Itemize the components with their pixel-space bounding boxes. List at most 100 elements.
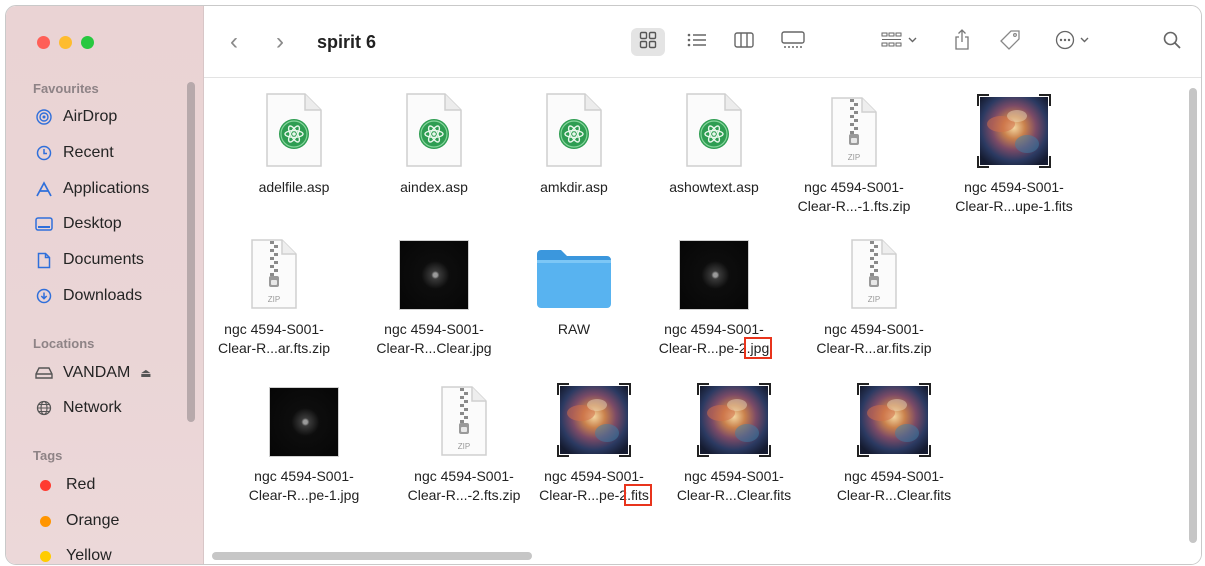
- share-button[interactable]: [949, 28, 975, 56]
- file-item[interactable]: ngc 4594-S001- Clear-R...pe-1.jpg: [234, 373, 374, 505]
- tags-heading: Tags: [33, 448, 63, 463]
- minimize-button[interactable]: [59, 36, 72, 49]
- file-name-text: Clear-R...pe-1.jpg: [248, 487, 360, 503]
- search-button[interactable]: [1159, 28, 1185, 56]
- file-name-line: Clear-R...pe-2.fits: [524, 484, 664, 506]
- sidebar-item-applications[interactable]: Applications: [33, 177, 149, 201]
- sidebar-item-recent[interactable]: Recent: [33, 141, 114, 165]
- tag-button[interactable]: [996, 28, 1024, 56]
- zip-archive-icon: ZIP: [784, 84, 924, 168]
- file-item[interactable]: amkdir.asp: [504, 84, 644, 197]
- file-name-line: ngc 4594-S001-: [664, 321, 764, 337]
- galaxy-image-icon: [364, 226, 504, 310]
- horizontal-scrollbar[interactable]: [212, 552, 532, 560]
- nebula-image-icon: [664, 373, 804, 457]
- sidebar-item-label: VANDAM: [63, 364, 131, 381]
- file-item[interactable]: ZIP ngc 4594-S001- Clear-R...ar.fts.zip: [204, 226, 344, 358]
- atom-document-icon: [224, 84, 364, 168]
- gallery-view-icon: [781, 30, 805, 54]
- file-item[interactable]: ashowtext.asp: [644, 84, 784, 197]
- zip-archive-icon: ZIP: [394, 373, 534, 457]
- file-name-text: Clear-R...Clear.fits: [836, 487, 952, 503]
- sidebar-item-tag-orange[interactable]: Orange: [33, 509, 119, 533]
- file-grid: adelfile.asp aindex.asp amkdir.asp ashowtex…: [204, 78, 1201, 564]
- more-button[interactable]: [1052, 28, 1096, 56]
- back-button[interactable]: ‹: [230, 28, 238, 56]
- sidebar-scrollbar[interactable]: [187, 82, 195, 422]
- zoom-button[interactable]: [81, 36, 94, 49]
- file-name-line: ngc 4594-S001-: [254, 468, 354, 484]
- file-name: ngc 4594-S001- Clear-R...pe-1.jpg: [234, 467, 374, 505]
- file-name: aindex.asp: [364, 178, 504, 197]
- file-name-line: Clear-R...pe-1.jpg: [234, 486, 374, 505]
- drive-icon: [33, 367, 55, 379]
- close-button[interactable]: [37, 36, 50, 49]
- clock-icon: [33, 145, 55, 161]
- file-name-line: ngc 4594-S001-: [384, 321, 484, 337]
- file-item[interactable]: ngc 4594-S001- Clear-R...Clear.jpg: [364, 226, 504, 358]
- file-name-line: Clear-R...-2.fts.zip: [394, 486, 534, 505]
- sidebar-item-label: Applications: [63, 180, 150, 197]
- eject-icon[interactable]: ⏏: [140, 366, 151, 380]
- file-name: ngc 4594-S001- Clear-R...pe-2.jpg: [644, 320, 784, 359]
- file-name-text: Clear-R...ar.fts.zip: [217, 340, 331, 356]
- file-name-text: Clear-R...ar.fits.zip: [816, 340, 932, 356]
- sidebar-item-vandam[interactable]: VANDAM ⏏: [33, 361, 152, 385]
- nebula-image-icon: [524, 373, 664, 457]
- sidebar-item-network[interactable]: Network: [33, 396, 122, 420]
- file-name: ngc 4594-S001- Clear-R...pe-2.fits: [524, 467, 664, 506]
- document-icon: [33, 252, 55, 269]
- icon-view-button[interactable]: [631, 28, 665, 56]
- zip-archive-icon: ZIP: [804, 226, 944, 310]
- list-view-button[interactable]: [682, 28, 712, 56]
- file-name-line: ngc 4594-S001-: [804, 179, 904, 195]
- sidebar-item-label: Recent: [63, 144, 114, 161]
- file-item[interactable]: ZIP ngc 4594-S001- Clear-R...-2.fts.zip: [394, 373, 534, 505]
- file-name: ashowtext.asp: [644, 178, 784, 197]
- highlighted-extension: .fits: [624, 484, 652, 506]
- sidebar-item-downloads[interactable]: Downloads: [33, 284, 142, 308]
- file-item[interactable]: adelfile.asp: [224, 84, 364, 197]
- yellow-tag-icon: [40, 550, 51, 562]
- file-item[interactable]: ZIP ngc 4594-S001- Clear-R...ar.fits.zip: [804, 226, 944, 358]
- file-name-line: Clear-R...ar.fts.zip: [204, 339, 344, 358]
- applications-icon: [33, 181, 55, 197]
- file-item[interactable]: ZIP ngc 4594-S001- Clear-R...-1.fts.zip: [784, 84, 924, 216]
- file-item[interactable]: ngc 4594-S001- Clear-R...upe-1.fits: [944, 84, 1084, 216]
- file-name-line: ngc 4594-S001-: [414, 468, 514, 484]
- file-item[interactable]: ngc 4594-S001- Clear-R...pe-2.fits: [524, 373, 664, 506]
- svg-text:ZIP: ZIP: [458, 442, 470, 451]
- file-name-line: Clear-R...pe-2.jpg: [644, 337, 784, 359]
- group-button[interactable]: [876, 28, 926, 56]
- file-name-line: aindex.asp: [400, 179, 468, 195]
- file-item[interactable]: ngc 4594-S001- Clear-R...pe-2.jpg: [644, 226, 784, 359]
- file-name: ngc 4594-S001- Clear-R...upe-1.fits: [944, 178, 1084, 216]
- sidebar-item-airdrop[interactable]: AirDrop: [33, 105, 117, 129]
- forward-button[interactable]: ›: [276, 28, 284, 56]
- zip-archive-icon: ZIP: [204, 226, 344, 310]
- file-name: ngc 4594-S001- Clear-R...-2.fts.zip: [394, 467, 534, 505]
- list-view-icon: [687, 33, 707, 52]
- gallery-view-button[interactable]: [776, 28, 810, 56]
- sidebar-item-tag-red[interactable]: Red: [33, 473, 95, 497]
- galaxy-image-icon: [644, 226, 784, 310]
- airdrop-icon: [33, 109, 55, 125]
- sidebar-item-label: AirDrop: [63, 108, 118, 125]
- folder-icon: [504, 226, 644, 310]
- file-name-line: ngc 4594-S001-: [684, 468, 784, 484]
- file-item[interactable]: ngc 4594-S001- Clear-R...Clear.fits: [824, 373, 964, 505]
- file-item[interactable]: RAW: [504, 226, 644, 339]
- sidebar-item-documents[interactable]: Documents: [33, 248, 144, 272]
- file-name-line: ashowtext.asp: [669, 179, 759, 195]
- file-item[interactable]: ngc 4594-S001- Clear-R...Clear.fits: [664, 373, 804, 505]
- column-view-button[interactable]: [729, 28, 759, 56]
- sidebar-item-label: Network: [63, 399, 122, 416]
- sidebar-item-tag-yellow[interactable]: Yellow: [33, 544, 112, 564]
- file-name-line: Clear-R...Clear.fits: [664, 486, 804, 505]
- file-item[interactable]: aindex.asp: [364, 84, 504, 197]
- sidebar-item-desktop[interactable]: Desktop: [33, 212, 122, 236]
- vertical-scrollbar[interactable]: [1189, 88, 1197, 543]
- svg-text:ZIP: ZIP: [848, 153, 860, 162]
- file-name-text: Clear-R...-2.fts.zip: [407, 487, 521, 503]
- file-name-line: Clear-R...upe-1.fits: [944, 197, 1084, 216]
